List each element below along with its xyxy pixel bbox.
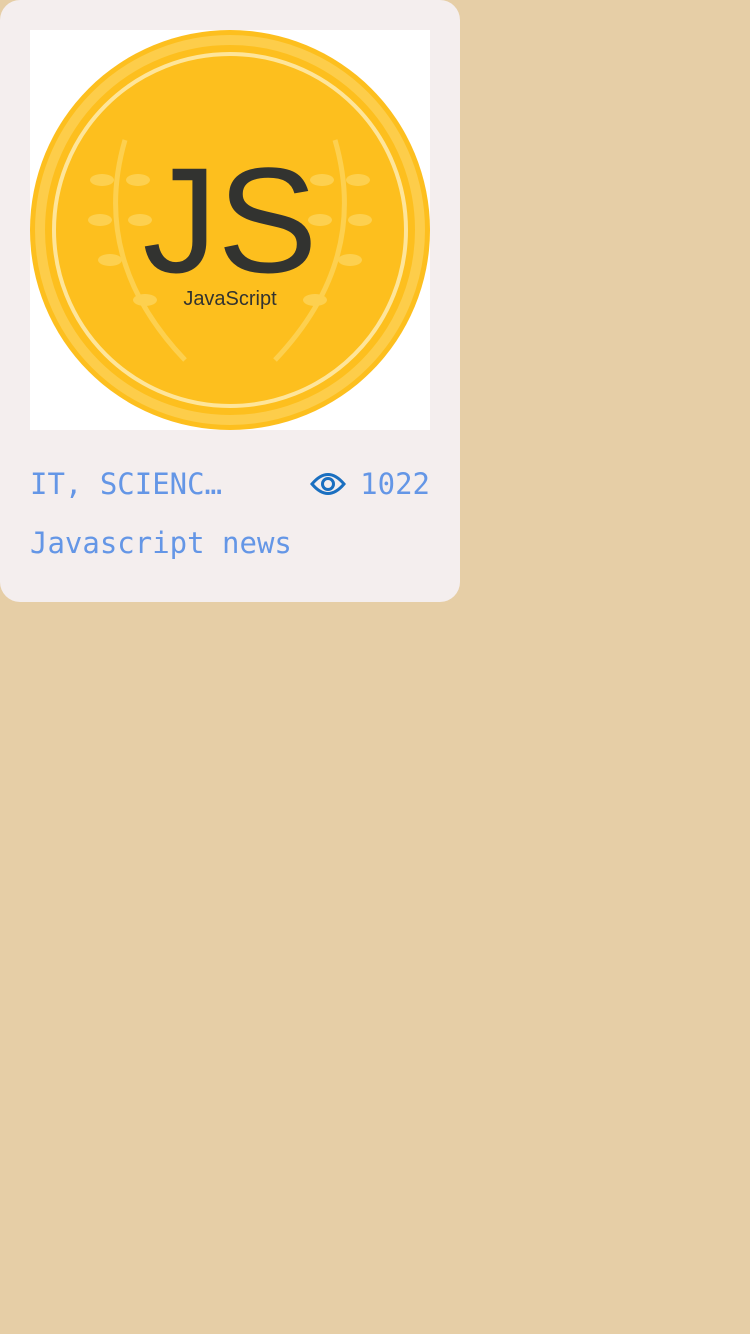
javascript-logo: JS JavaScript xyxy=(30,30,430,430)
views-value: 1022 xyxy=(360,467,430,501)
card-meta: IT, SCIENC… 1022 xyxy=(30,462,430,506)
views-count: 1022 xyxy=(310,467,430,501)
card-image: JS JavaScript xyxy=(30,30,430,430)
card-title[interactable]: Javascript news xyxy=(30,526,292,560)
eye-icon xyxy=(310,473,347,495)
news-card[interactable]: JS JavaScript IT, SCIENC… 1022 Javascrip… xyxy=(0,0,460,602)
logo-subtext: JavaScript xyxy=(183,288,277,310)
logo-js-text: JS xyxy=(142,136,317,304)
category-label: IT, SCIENC… xyxy=(30,467,223,501)
